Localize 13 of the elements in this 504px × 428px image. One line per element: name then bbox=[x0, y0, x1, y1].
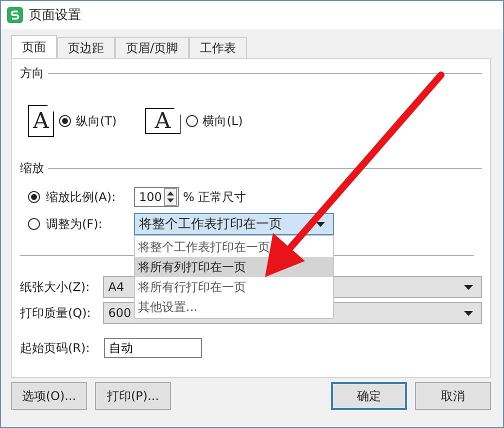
field-label: 纸张大小(Z): bbox=[20, 278, 91, 296]
radio-label: 横向(L) bbox=[202, 112, 243, 130]
page-icon: A bbox=[144, 108, 181, 134]
field-label: 打印质量(Q): bbox=[20, 304, 92, 322]
radio-label: 调整为(F): bbox=[46, 216, 104, 232]
field-label: 起始页码(R): bbox=[20, 340, 91, 356]
section-title: 方向 bbox=[20, 65, 44, 82]
radio-label: 纵向(T) bbox=[76, 112, 117, 130]
radio-label: 缩放比例(A): bbox=[46, 188, 117, 206]
section-title: 缩放 bbox=[20, 160, 44, 177]
window-title: 页面设置 bbox=[29, 7, 81, 24]
scale-suffix: % 正常尺寸 bbox=[183, 188, 246, 206]
page-icon: A bbox=[28, 105, 54, 137]
